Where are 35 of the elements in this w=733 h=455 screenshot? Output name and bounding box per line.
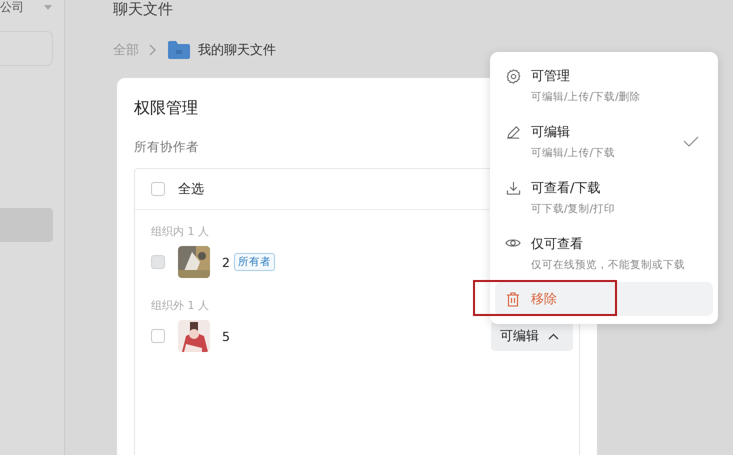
permission-dropdown[interactable]: 可编辑 [491, 321, 573, 351]
download-icon [506, 181, 520, 196]
menu-item-description: 可编辑/上传/下载/删除 [531, 90, 641, 104]
caret-icon[interactable] [44, 4, 52, 10]
menu-item-description: 可下载/复制/打印 [531, 202, 616, 216]
settings-icon [506, 69, 520, 84]
menu-item-label: 可编辑 [531, 124, 571, 141]
trash-icon [506, 292, 520, 306]
menu-item-description: 仅可在线预览，不能复制或下载 [531, 258, 685, 272]
menu-item-label: 可查看/下载 [531, 180, 602, 197]
select-all-label[interactable]: 全选 [178, 180, 204, 198]
member-name: 5 [222, 328, 230, 344]
menu-item-description: 可编辑/上传/下载 [531, 146, 616, 160]
organization-name: 公司 [0, 0, 24, 16]
menu-item[interactable]: 仅可查看 仅可在线预览，不能复制或下载 [495, 228, 713, 284]
menu-item-label: 移除 [531, 291, 557, 308]
page-title: 聊天文件 [113, 0, 173, 18]
section-label: 所有协作者 [134, 139, 199, 156]
group-label: 组织内 1 人 [151, 224, 209, 240]
menu-item[interactable]: 可编辑 可编辑/上传/下载 [495, 116, 713, 172]
menu-item[interactable]: 可查看/下载 可下载/复制/打印 [495, 172, 713, 228]
menu-item[interactable]: 可管理 可编辑/上传/下载/删除 [495, 60, 713, 116]
member-name: 2 [222, 254, 230, 270]
chevron-right-icon [149, 44, 157, 56]
breadcrumb-link[interactable]: 我的聊天文件 [198, 41, 276, 59]
owner-tag: 所有者 [234, 253, 275, 271]
folder-icon [167, 40, 191, 60]
dialog-title: 权限管理 [134, 98, 199, 119]
pencil-icon [506, 125, 520, 140]
checkbox[interactable] [151, 182, 165, 196]
eye-icon [505, 237, 521, 249]
group-label: 组织外 1 人 [151, 298, 209, 314]
checkbox[interactable] [151, 329, 165, 343]
menu-item-label: 仅可查看 [531, 236, 584, 253]
menu-item-label: 可管理 [531, 68, 571, 85]
